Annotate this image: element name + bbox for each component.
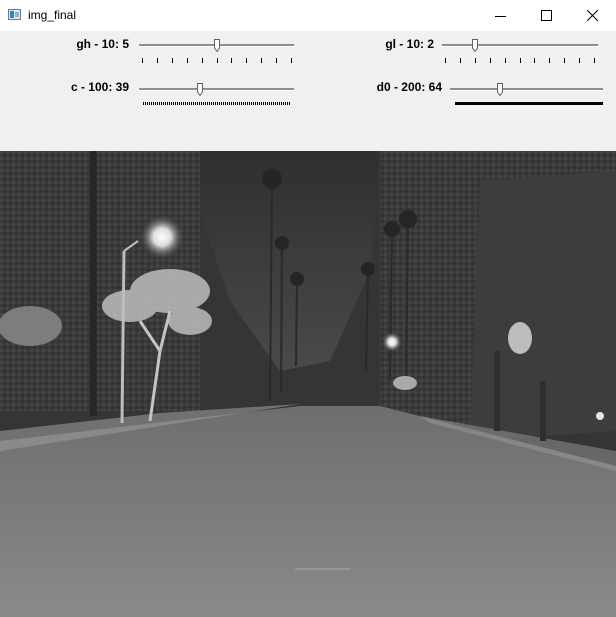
tick-mark bbox=[534, 58, 535, 63]
ticks-gl bbox=[445, 58, 595, 63]
tick-mark bbox=[460, 58, 461, 63]
ticks-gh bbox=[142, 58, 292, 63]
close-icon bbox=[587, 10, 599, 22]
trackbar-gl[interactable] bbox=[442, 44, 598, 47]
ticks-c bbox=[143, 102, 291, 105]
slider-label-c: c - 100: 39 bbox=[70, 80, 129, 94]
maximize-button[interactable] bbox=[524, 0, 570, 31]
tick-mark bbox=[202, 58, 203, 63]
tick-mark bbox=[549, 58, 550, 63]
night-street-image bbox=[0, 151, 616, 617]
tick-mark bbox=[564, 58, 565, 63]
slider-label-gl: gl - 10: 2 bbox=[385, 37, 434, 51]
tick-mark bbox=[594, 58, 595, 63]
tick-mark bbox=[490, 58, 491, 63]
trackbar-c[interactable] bbox=[139, 88, 294, 91]
minimize-button[interactable] bbox=[478, 0, 524, 31]
tick-mark bbox=[276, 58, 277, 63]
slider-thumb-gl[interactable] bbox=[472, 39, 478, 52]
slider-label-d0: d0 - 200: 64 bbox=[376, 80, 442, 94]
tick-mark bbox=[187, 58, 188, 63]
app-icon bbox=[8, 9, 21, 20]
tick-mark bbox=[475, 58, 476, 63]
close-button[interactable] bbox=[570, 0, 616, 31]
tick-mark bbox=[217, 58, 218, 63]
maximize-icon bbox=[541, 10, 552, 21]
tick-mark bbox=[246, 58, 247, 63]
minimize-icon bbox=[495, 16, 506, 17]
title-bar: img_final bbox=[0, 0, 616, 31]
tick-mark bbox=[231, 58, 232, 63]
tick-mark bbox=[505, 58, 506, 63]
tick-mark bbox=[291, 58, 292, 63]
trackbar-panel: gh - 10: 5 gl - 10: 2 c - 100: 39 d0 - 2… bbox=[0, 31, 616, 151]
slider-label-gh: gh - 10: 5 bbox=[76, 37, 129, 51]
tick-mark bbox=[157, 58, 158, 63]
tick-mark bbox=[520, 58, 521, 63]
trackbar-d0[interactable] bbox=[450, 88, 603, 91]
tick-mark bbox=[142, 58, 143, 63]
tick-mark bbox=[172, 58, 173, 63]
slider-thumb-c[interactable] bbox=[197, 83, 204, 96]
tick-mark bbox=[445, 58, 446, 63]
ticks-d0 bbox=[455, 102, 603, 105]
slider-thumb-gh[interactable] bbox=[213, 39, 220, 52]
slider-thumb-d0[interactable] bbox=[497, 83, 504, 96]
tick-mark bbox=[261, 58, 262, 63]
tick-mark bbox=[579, 58, 580, 63]
window-title: img_final bbox=[28, 8, 77, 22]
